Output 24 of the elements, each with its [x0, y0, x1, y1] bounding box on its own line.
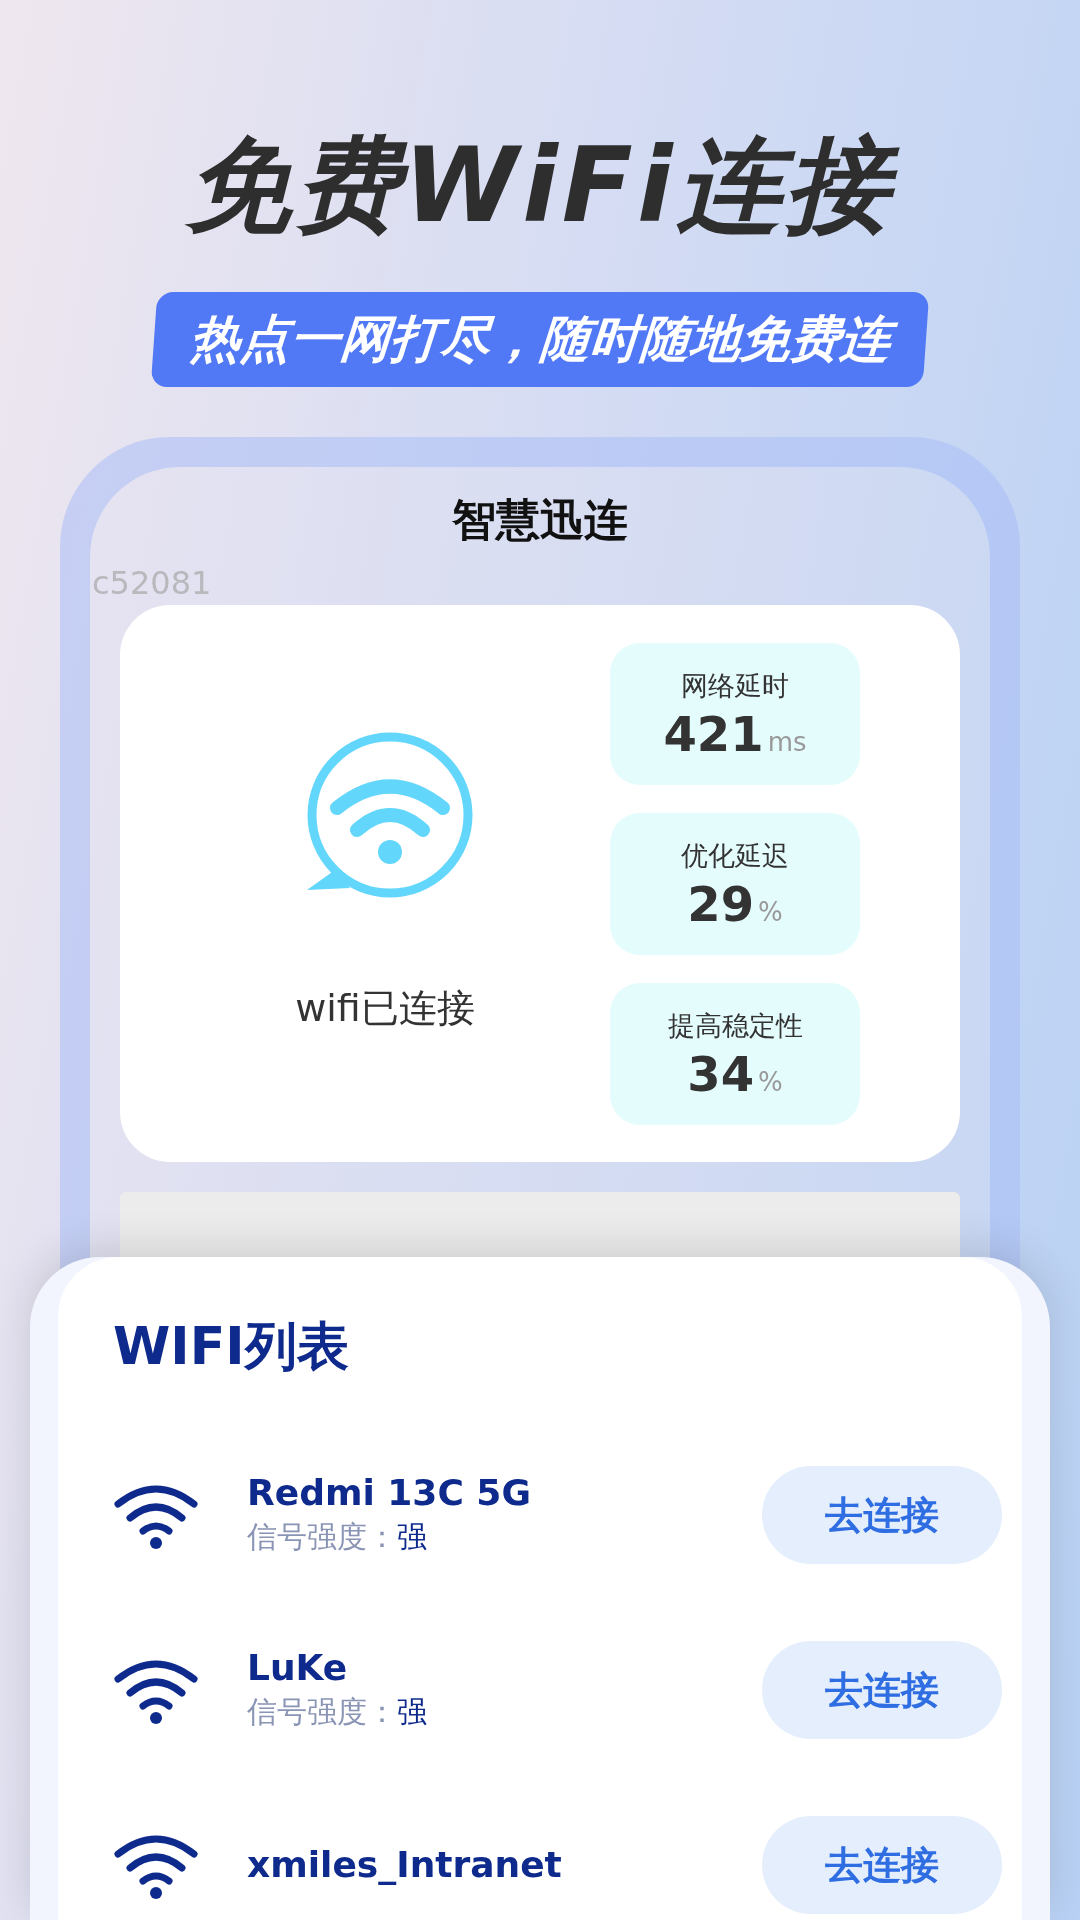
signal-value: 强 [397, 1693, 427, 1732]
list-title: WIFI列表 [113, 1315, 350, 1378]
slogan-banner: 热点一网打尽，随时随地免费连 [150, 292, 930, 388]
network-name: Redmi 13C 5G [247, 1470, 531, 1515]
headline: 免费WiFi连接 [0, 0, 1080, 243]
signal-label: 信号强度： [247, 1518, 397, 1557]
stat-unit: % [758, 1066, 783, 1100]
signal-label: 信号强度： [247, 1693, 397, 1732]
connect-button[interactable]: 去连接 [762, 1816, 1002, 1914]
network-name: xmiles_Intranet [247, 1843, 562, 1887]
app-title: 智慧迅连 [451, 493, 629, 548]
signal-value: 强 [397, 1518, 427, 1557]
stat-label: 网络延时 [681, 668, 789, 703]
stat-unit: ms [767, 726, 807, 760]
stat-value: 421 [663, 710, 764, 759]
connect-button[interactable]: 去连接 [762, 1466, 1002, 1564]
stat-value: 34 [687, 1050, 755, 1099]
stat-label: 优化延迟 [681, 838, 789, 873]
stat-label: 提高稳定性 [667, 1008, 803, 1043]
network-name: LuKe [247, 1645, 349, 1690]
stat-value: 29 [687, 880, 755, 929]
connect-button[interactable]: 去连接 [762, 1641, 1002, 1739]
connection-status: wifi已连接 [295, 985, 475, 1033]
stat-unit: % [758, 896, 783, 930]
